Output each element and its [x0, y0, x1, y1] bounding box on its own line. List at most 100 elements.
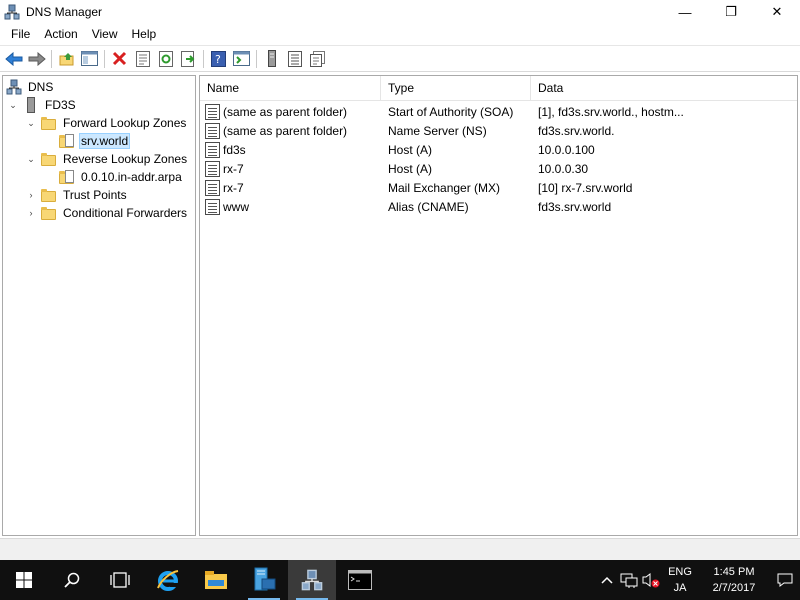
- new-server-button[interactable]: [260, 48, 283, 70]
- table-row[interactable]: (same as parent folder) Name Server (NS)…: [200, 121, 797, 140]
- zone-icon: [59, 133, 75, 149]
- command-prompt-button[interactable]: [336, 560, 384, 600]
- search-button[interactable]: [48, 560, 96, 600]
- task-view-button[interactable]: [96, 560, 144, 600]
- menu-file[interactable]: File: [4, 24, 37, 44]
- tree-label-dns: DNS: [28, 80, 54, 94]
- window-title: DNS Manager: [26, 5, 103, 19]
- record-type: Host (A): [388, 142, 433, 157]
- record-type: Alias (CNAME): [388, 199, 469, 214]
- file-explorer-icon: [205, 571, 227, 589]
- dns-icon: [6, 79, 22, 95]
- tree-item-reverse-lookup-zones[interactable]: ⌄ Reverse Lookup Zones: [25, 150, 189, 168]
- chevron-down-icon[interactable]: ⌄: [25, 117, 37, 129]
- menu-action[interactable]: Action: [37, 24, 84, 44]
- chevron-down-icon[interactable]: ⌄: [7, 99, 19, 111]
- tree-item-trust-points[interactable]: › Trust Points: [25, 186, 129, 204]
- close-button[interactable]: ✕: [754, 0, 800, 24]
- list-view-button[interactable]: [283, 48, 306, 70]
- record-icon: [205, 198, 220, 215]
- minimize-button[interactable]: —: [662, 0, 708, 24]
- svg-text:?: ?: [215, 53, 221, 66]
- internet-explorer-button[interactable]: [144, 560, 192, 600]
- clock[interactable]: 1:45 PM 2/7/2017: [698, 564, 770, 596]
- up-one-level-button[interactable]: [55, 48, 78, 70]
- volume-button[interactable]: [640, 560, 662, 600]
- table-row[interactable]: www Alias (CNAME) fd3s.srv.world: [200, 197, 797, 216]
- table-row[interactable]: (same as parent folder) Start of Authori…: [200, 102, 797, 121]
- column-header-name[interactable]: Name: [200, 76, 381, 101]
- record-name: (same as parent folder): [223, 123, 348, 138]
- export-list-button[interactable]: [177, 48, 200, 70]
- column-header-data[interactable]: Data: [531, 76, 797, 101]
- dns-icon: [301, 569, 323, 591]
- record-type: Name Server (NS): [388, 123, 487, 138]
- back-button[interactable]: [2, 48, 25, 70]
- show-hide-tree-icon: [81, 51, 98, 66]
- forward-icon: [28, 51, 46, 66]
- action-center-button[interactable]: [770, 560, 800, 600]
- folder-icon: [41, 187, 57, 203]
- start-button[interactable]: [0, 560, 48, 600]
- folder-icon: [41, 205, 57, 221]
- toolbar: ?: [0, 45, 800, 72]
- table-row[interactable]: fd3s Host (A) 10.0.0.100: [200, 140, 797, 159]
- record-name: rx-7: [223, 161, 244, 176]
- folder-icon: [41, 115, 57, 131]
- zone-icon: [59, 169, 75, 185]
- help-icon: ?: [211, 50, 226, 67]
- detail-view-button[interactable]: [306, 48, 329, 70]
- record-type: Host (A): [388, 161, 433, 176]
- help-button[interactable]: ?: [207, 48, 230, 70]
- volume-muted-icon: [642, 573, 660, 588]
- column-header-type[interactable]: Type: [381, 76, 531, 101]
- tree-label-srv-world: srv.world: [79, 133, 131, 149]
- console-tree[interactable]: DNS ⌄ FD3S ⌄ Forward Lookup Zones srv.wo…: [2, 75, 196, 536]
- tree-item-dns[interactable]: DNS: [6, 78, 55, 96]
- menu-view[interactable]: View: [85, 24, 125, 44]
- tree-item-conditional-forwarders[interactable]: › Conditional Forwarders: [25, 204, 189, 222]
- show-hide-action-pane-button[interactable]: [230, 48, 253, 70]
- network-icon: [620, 573, 638, 588]
- forward-button[interactable]: [25, 48, 48, 70]
- show-hidden-icons-button[interactable]: [596, 560, 618, 600]
- toolbar-separator: [203, 49, 204, 68]
- status-bar: [0, 538, 800, 560]
- record-icon: [205, 103, 220, 120]
- up-folder-icon: [59, 52, 73, 65]
- delete-button[interactable]: [108, 48, 131, 70]
- language-code: ENG: [668, 566, 692, 578]
- tree-item-srv-world[interactable]: srv.world: [59, 132, 131, 150]
- record-icon: [205, 179, 220, 196]
- maximize-button[interactable]: ❐: [708, 0, 754, 24]
- back-icon: [4, 51, 22, 66]
- table-row[interactable]: rx-7 Mail Exchanger (MX) [10] rx-7.srv.w…: [200, 178, 797, 197]
- file-explorer-button[interactable]: [192, 560, 240, 600]
- chevron-right-icon[interactable]: ›: [25, 189, 37, 201]
- ime-code: JA: [673, 582, 687, 594]
- properties-button[interactable]: [131, 48, 154, 70]
- table-row[interactable]: rx-7 Host (A) 10.0.0.30: [200, 159, 797, 178]
- clock-date: 2/7/2017: [712, 582, 756, 594]
- tree-label-conditional-forwarders: Conditional Forwarders: [63, 206, 188, 220]
- refresh-button[interactable]: [154, 48, 177, 70]
- server-icon: [23, 97, 39, 113]
- tree-label-server: FD3S: [45, 98, 76, 112]
- tree-item-reverse-zone[interactable]: 0.0.10.in-addr.arpa: [59, 168, 184, 186]
- chevron-down-icon[interactable]: ⌄: [25, 153, 37, 165]
- tree-item-forward-lookup-zones[interactable]: ⌄ Forward Lookup Zones: [25, 114, 188, 132]
- show-hide-console-tree-button[interactable]: [78, 48, 101, 70]
- tree-item-server[interactable]: ⌄ FD3S: [7, 96, 78, 114]
- show-hide-action-pane-icon: [233, 51, 250, 66]
- records-list[interactable]: Name Type Data (same as parent folder) S…: [199, 75, 798, 536]
- internet-explorer-icon: [157, 570, 179, 591]
- network-button[interactable]: [618, 560, 640, 600]
- chevron-right-icon[interactable]: ›: [25, 207, 37, 219]
- server-manager-button[interactable]: [240, 560, 288, 600]
- input-language-indicator[interactable]: ENG JA: [662, 564, 698, 596]
- record-name: rx-7: [223, 180, 244, 195]
- dns-manager-icon: [4, 4, 20, 20]
- dns-manager-taskbar-button[interactable]: [288, 560, 336, 600]
- menu-help[interactable]: Help: [125, 24, 164, 44]
- record-data: 10.0.0.100: [538, 142, 595, 157]
